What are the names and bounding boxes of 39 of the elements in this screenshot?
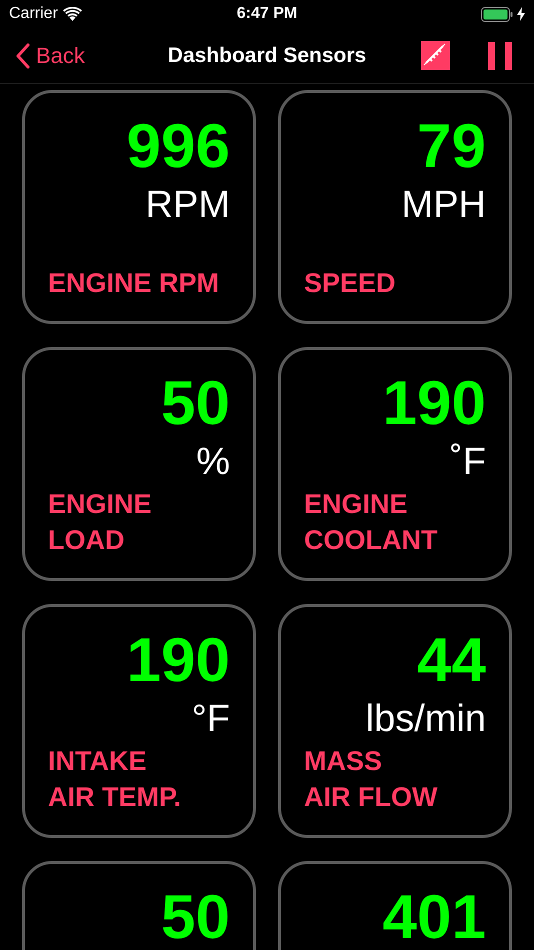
sensor-label: ENGINE COOLANT	[304, 488, 438, 557]
sensor-label: INTAKE AIR TEMP.	[48, 745, 182, 814]
nav-title: Dashboard Sensors	[168, 42, 366, 69]
ruler-button[interactable]	[421, 41, 450, 70]
sensor-card[interactable]: 401	[278, 861, 512, 950]
sensor-value: 44	[417, 625, 486, 697]
sensor-value: 50	[161, 882, 230, 950]
wifi-icon	[62, 7, 82, 21]
sensor-card[interactable]: 190 ˚F ENGINE COOLANT	[278, 347, 512, 581]
sensor-unit: lbs/min	[366, 697, 486, 741]
sensor-card[interactable]: 996 RPM ENGINE RPM	[22, 90, 256, 324]
sensor-unit: RPM	[146, 183, 230, 227]
back-button[interactable]: Back	[16, 39, 85, 72]
ruler-icon	[423, 43, 448, 68]
chevron-left-icon	[16, 42, 30, 68]
sensor-card[interactable]: 190 °F INTAKE AIR TEMP.	[22, 604, 256, 838]
sensor-value: 190	[382, 368, 486, 440]
carrier-label: Carrier	[9, 4, 58, 24]
sensor-value: 50	[161, 368, 230, 440]
charging-icon	[517, 7, 525, 21]
status-time: 6:47 PM	[236, 4, 298, 24]
sensor-label: MASS AIR FLOW	[304, 745, 438, 814]
sensor-value: 996	[126, 111, 230, 183]
sensor-value: 79	[417, 111, 486, 183]
sensor-label: ENGINE LOAD	[48, 488, 153, 557]
sensor-card[interactable]: 50 % ENGINE LOAD	[22, 347, 256, 581]
sensor-card[interactable]: 44 lbs/min MASS AIR FLOW	[278, 604, 512, 838]
sensor-unit: ˚F	[450, 440, 486, 484]
sensor-value: 401	[382, 882, 486, 950]
sensor-value: 190	[126, 625, 230, 697]
sensor-card[interactable]: 50	[22, 861, 256, 950]
sensor-unit: MPH	[402, 183, 486, 227]
sensor-unit: %	[196, 440, 230, 484]
battery-icon	[481, 6, 513, 22]
pause-button[interactable]	[488, 42, 512, 70]
sensor-unit: °F	[192, 697, 230, 741]
sensor-card[interactable]: 79 MPH SPEED	[278, 90, 512, 324]
sensor-label: SPEED	[304, 267, 397, 300]
sensor-label: ENGINE RPM	[48, 267, 220, 300]
